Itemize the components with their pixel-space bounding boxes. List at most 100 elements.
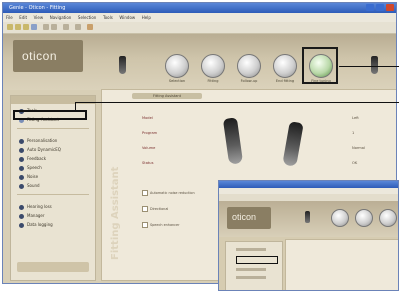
inset-nav-icon	[379, 209, 397, 227]
checkbox-label: Speech enhancer	[150, 223, 180, 227]
sidebar-item-personalisation[interactable]: Personalisation	[19, 138, 57, 144]
right-hearing-aid-icon	[371, 56, 378, 74]
nav-end-fitting-button[interactable]: End fitting	[271, 54, 299, 83]
nav-follow-up-button[interactable]: Follow-up	[235, 54, 263, 83]
sidebar-item-label: Personalisation	[27, 138, 58, 143]
nav-selection-label: Selection	[168, 79, 186, 83]
row-label: Program	[142, 131, 158, 135]
noise-icon	[19, 174, 24, 180]
sidebar-item-label: Sound	[27, 183, 40, 188]
logo-text: oticon	[22, 49, 58, 63]
minimize-button[interactable]	[366, 4, 374, 11]
menu-navigation[interactable]: Navigation	[50, 15, 72, 20]
oticon-logo: oticon	[13, 40, 83, 72]
inset-title-bar	[219, 181, 398, 188]
menu-tools[interactable]: Tools	[103, 15, 113, 20]
fitting-icon	[201, 54, 225, 78]
sidebar-item-noise[interactable]: Noise	[19, 174, 38, 180]
title-bar: Genie - Oticon - Fitting	[3, 3, 396, 13]
nav-selection-button[interactable]: Selection	[163, 54, 191, 83]
checkbox-label: Automatic noise reduction	[150, 191, 195, 195]
checkbox-box[interactable]	[142, 206, 148, 212]
sidebar-item-label: Manager	[27, 213, 45, 218]
maximize-button[interactable]	[376, 4, 384, 11]
close-button[interactable]	[386, 4, 394, 11]
follow-up-icon	[237, 54, 261, 78]
checkbox-label: Directional	[150, 207, 169, 211]
inset-sidebar	[225, 241, 283, 290]
inset-logo-text: oticon	[232, 212, 257, 222]
row-label: Model	[142, 116, 153, 120]
inset-sidebar-item	[236, 268, 266, 271]
menu-bar: File Edit View Navigation Selection Tool…	[3, 13, 396, 22]
menu-help[interactable]: Help	[142, 15, 151, 20]
row-value: Normal	[352, 146, 366, 150]
hearing-loss-icon	[19, 204, 24, 210]
row-value: 1	[352, 131, 355, 135]
callout-box-fine-tuning	[302, 47, 338, 84]
print-icon[interactable]	[31, 24, 37, 30]
inset-main-panel	[285, 239, 398, 290]
inset-sidebar-item	[236, 248, 266, 251]
callout-box-sidebar-selection	[13, 110, 87, 120]
right-hearing-aid-image	[282, 121, 304, 167]
sidebar-item-label: Hearing loss	[27, 204, 52, 209]
data-logging-icon	[19, 222, 24, 228]
callout-line	[75, 102, 76, 111]
sidebar-item-manager[interactable]: Manager	[19, 213, 45, 219]
sound-icon	[19, 183, 24, 189]
forward-icon[interactable]	[51, 24, 57, 30]
sidebar-item-feedback[interactable]: Feedback	[19, 156, 46, 162]
save-icon[interactable]	[23, 24, 29, 30]
personalisation-icon	[19, 138, 24, 144]
tab-fitting-assistant[interactable]: Fitting Assistant	[132, 93, 202, 99]
checkbox-speech-enhancer[interactable]: Speech enhancer	[142, 222, 180, 228]
sidebar-item-label: Data logging	[27, 222, 53, 227]
checkbox-box[interactable]	[142, 222, 148, 228]
connect-icon[interactable]	[75, 24, 81, 30]
sidebar-item-speech[interactable]: Speech	[19, 165, 42, 171]
left-hearing-aid-image	[222, 117, 244, 165]
sidebar: Tools Fitting Assistant Personalisation …	[10, 95, 96, 281]
menu-selection[interactable]: Selection	[78, 15, 96, 20]
menu-window[interactable]: Window	[119, 15, 135, 20]
end-fitting-icon	[273, 54, 297, 78]
sidebar-item-label: Feedback	[27, 156, 47, 161]
sidebar-divider	[17, 194, 89, 195]
selection-icon	[165, 54, 189, 78]
row-value: Left	[352, 116, 359, 120]
equalizer-icon	[19, 147, 24, 153]
sidebar-item-sound[interactable]: Sound	[19, 183, 40, 189]
inset-sidebar-item	[236, 276, 266, 279]
checkbox-noise-reduction[interactable]: Automatic noise reduction	[142, 190, 195, 196]
sidebar-item-label: Auto DynamicEQ	[27, 147, 61, 152]
inset-nav-icon	[355, 209, 373, 227]
new-icon[interactable]	[7, 24, 13, 30]
sidebar-footer-button[interactable]	[17, 262, 89, 272]
sidebar-item-label: Noise	[27, 174, 39, 179]
menu-file[interactable]: File	[6, 15, 13, 20]
speech-icon	[19, 165, 24, 171]
help-icon[interactable]	[87, 24, 93, 30]
sidebar-item-auto-dynamiceq[interactable]: Auto DynamicEQ	[19, 147, 61, 153]
inset-toolbar	[219, 194, 398, 201]
open-icon[interactable]	[15, 24, 21, 30]
refresh-icon[interactable]	[63, 24, 69, 30]
manager-icon	[19, 213, 24, 219]
nav-follow-up-label: Follow-up	[240, 79, 258, 83]
left-hearing-aid-icon	[119, 56, 126, 74]
checkbox-directional[interactable]: Directional	[142, 206, 168, 212]
inset-nav-icon	[331, 209, 349, 227]
toolbar	[3, 22, 396, 34]
window-title: Genie - Oticon - Fitting	[9, 5, 66, 11]
nav-fitting-label: Fitting	[207, 79, 219, 83]
row-label: Status	[142, 161, 154, 165]
checkbox-box[interactable]	[142, 190, 148, 196]
menu-edit[interactable]: Edit	[19, 15, 27, 20]
nav-fitting-button[interactable]: Fitting	[199, 54, 227, 83]
sidebar-item-hearing-loss[interactable]: Hearing loss	[19, 204, 52, 210]
back-icon[interactable]	[43, 24, 49, 30]
sidebar-item-data-logging[interactable]: Data logging	[19, 222, 53, 228]
row-label: Volume	[142, 146, 156, 150]
menu-view[interactable]: View	[34, 15, 44, 20]
